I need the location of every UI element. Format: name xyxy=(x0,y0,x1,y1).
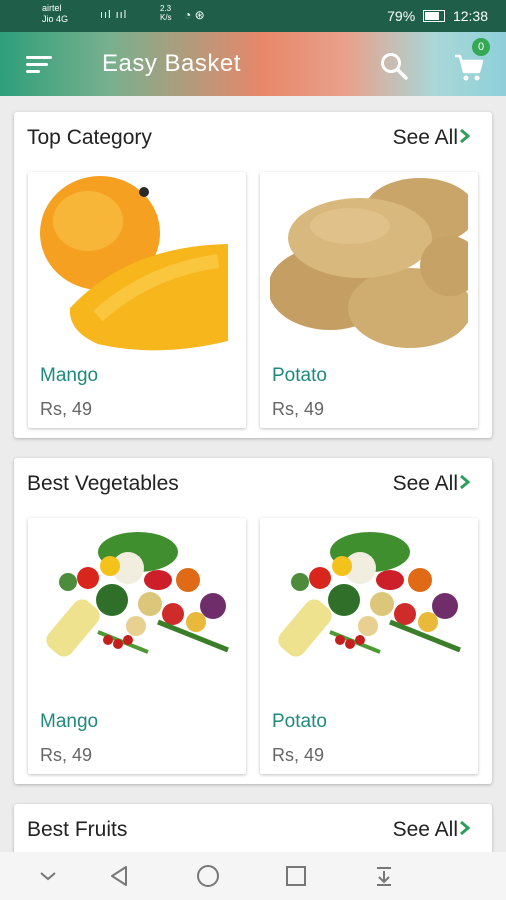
product-card[interactable]: Mango Rs, 49 xyxy=(28,518,246,774)
status-bar: airtel Jio 4G ııl ııl 2.3 K/s ◔ ⊛ 79% 12… xyxy=(0,0,506,32)
section-top-category: Top Category See All Mango Rs, 49 Potato… xyxy=(14,112,492,438)
see-all-link[interactable]: See All xyxy=(393,126,458,150)
battery-icon xyxy=(423,10,446,22)
see-all-link[interactable]: See All xyxy=(393,472,458,496)
product-name: Mango xyxy=(40,711,99,732)
section-title: Top Category xyxy=(27,126,152,149)
product-card[interactable]: Mango Rs, 49 xyxy=(28,172,246,428)
potato-image xyxy=(270,178,468,348)
back-icon[interactable] xyxy=(106,862,134,890)
product-price: Rs, 49 xyxy=(272,399,325,419)
menu-icon[interactable] xyxy=(26,56,52,74)
clock: 12:38 xyxy=(452,8,488,24)
chevron-right-icon[interactable] xyxy=(458,818,472,838)
chevron-right-icon[interactable] xyxy=(458,126,472,146)
app-bar: Easy Basket xyxy=(0,32,506,96)
carrier-line2: Jio 4G xyxy=(42,14,69,24)
section-title: Best Fruits xyxy=(27,818,128,841)
chevron-down-icon[interactable] xyxy=(34,862,62,890)
carrier-info: airtel Jio 4G xyxy=(42,3,68,25)
system-nav-bar xyxy=(0,852,506,900)
mango-image xyxy=(40,176,228,351)
vegetables-image xyxy=(278,532,461,657)
cart-count-badge: 0 xyxy=(472,38,490,56)
network-speed: 2.3 K/s xyxy=(160,4,172,22)
vegetables-image xyxy=(46,532,229,657)
section-title: Best Vegetables xyxy=(27,472,179,495)
product-card[interactable]: Potato Rs, 49 xyxy=(260,518,478,774)
app-title: Easy Basket xyxy=(102,50,241,77)
product-price: Rs, 49 xyxy=(272,745,325,765)
status-icons: ◔ ⊛ xyxy=(184,8,205,22)
product-name: Mango xyxy=(40,365,99,386)
see-all-link[interactable]: See All xyxy=(393,818,458,842)
carrier-line1: airtel xyxy=(42,3,62,13)
recents-icon[interactable] xyxy=(282,862,310,890)
product-price: Rs, 49 xyxy=(40,399,93,419)
product-card[interactable]: Potato Rs, 49 xyxy=(260,172,478,428)
chevron-right-icon[interactable] xyxy=(458,472,472,492)
battery-percent: 79% xyxy=(387,8,416,24)
signal-icon: ııl ııl xyxy=(100,9,128,21)
product-price: Rs, 49 xyxy=(40,745,93,765)
download-icon[interactable] xyxy=(370,862,398,890)
home-icon[interactable] xyxy=(194,862,222,890)
search-icon[interactable] xyxy=(378,50,410,82)
section-best-vegetables: Best Vegetables See All Mango Rs, 49 Pot… xyxy=(14,458,492,784)
product-name: Potato xyxy=(272,711,327,732)
product-name: Potato xyxy=(272,365,327,386)
status-right: 79% 12:38 xyxy=(387,8,488,24)
